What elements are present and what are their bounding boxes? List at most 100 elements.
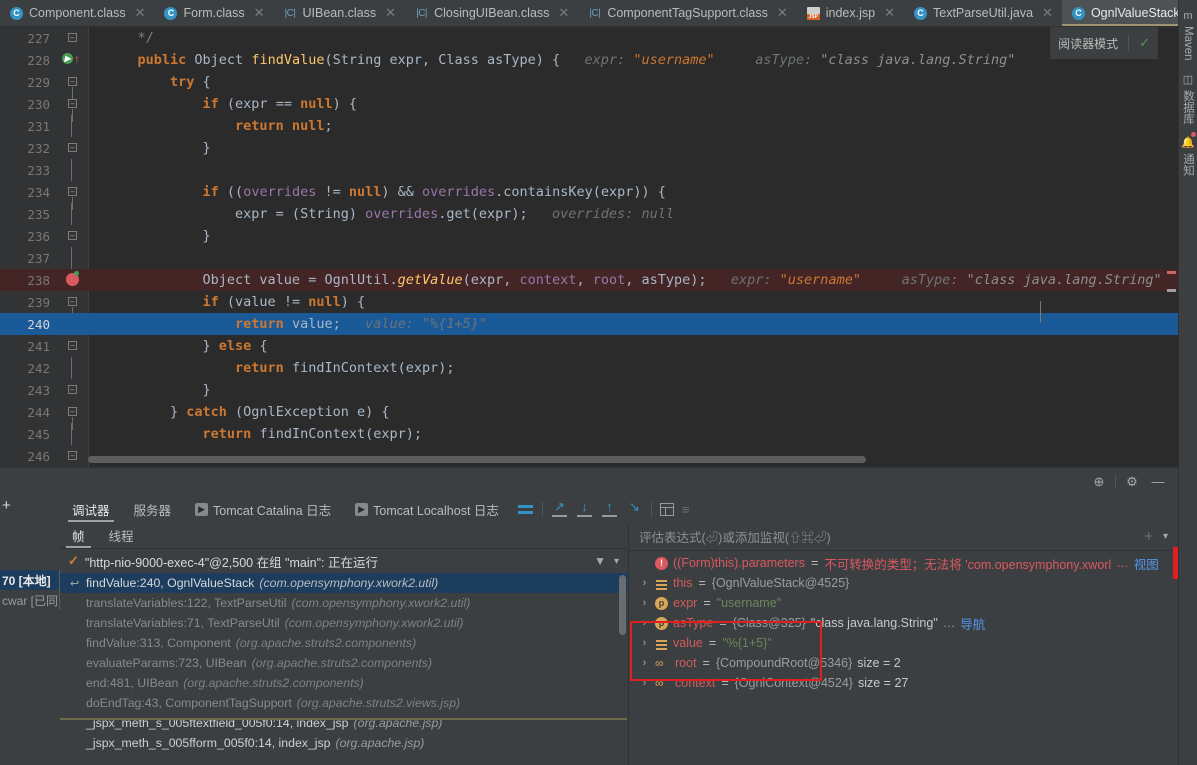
- gutter-mark[interactable]: [56, 357, 88, 379]
- chevron-down-icon[interactable]: ▾: [614, 556, 619, 567]
- editor-tab-form-class[interactable]: Form.class ✕: [154, 0, 273, 26]
- variable-row-root[interactable]: › ∞ root = {CompoundRoot@5346} size = 2: [629, 653, 1178, 673]
- sidebar-item-database[interactable]: ◫ 数据库: [1178, 67, 1197, 131]
- evaluate-expression-bar[interactable]: 评估表达式(⏎)或添加监视(⇧⌘⏎) + ▾: [629, 523, 1178, 551]
- minimize-icon[interactable]: —: [1148, 474, 1168, 489]
- tab-frames[interactable]: 帧: [60, 523, 97, 548]
- variable-row-context[interactable]: › ∞ context = {OgnlContext@4524} size = …: [629, 673, 1178, 693]
- variable-row-form-parameters[interactable]: ! ((Form)this).parameters = 不可转换的类型；无法将 …: [629, 553, 1178, 573]
- view-link[interactable]: 视图: [1134, 554, 1159, 573]
- tab-server[interactable]: 服务器: [122, 495, 184, 523]
- editor-tab-closinguibean-class[interactable]: ClosingUIBean.class ✕: [405, 0, 578, 26]
- code-line-241[interactable]: 241 – } else {: [0, 335, 1178, 357]
- editor-tab-uibean-class[interactable]: UIBean.class ✕: [274, 0, 406, 26]
- step-into-icon[interactable]: ↓: [576, 500, 593, 518]
- scrollbar-thumb[interactable]: [88, 456, 866, 463]
- code-line-240[interactable]: 240 return value; value: "%{1+5}": [0, 313, 1178, 335]
- variable-row-astype[interactable]: › p asType = {Class@325} "class java.lan…: [629, 613, 1178, 633]
- popup-row-selected[interactable]: 70 [本地]: [0, 570, 59, 590]
- gutter-mark[interactable]: –: [56, 93, 88, 122]
- stack-frames-list[interactable]: ↩ findValue:240, OgnlValueStack (com.ope…: [60, 573, 627, 765]
- close-icon[interactable]: ✕: [1042, 5, 1053, 21]
- close-icon[interactable]: ✕: [884, 5, 895, 21]
- gutter-mark[interactable]: –: [56, 379, 88, 401]
- code-line-239[interactable]: 239 – if (value != null) {: [0, 291, 1178, 320]
- tab-tomcat-localhost-log[interactable]: ▶ Tomcat Localhost 日志: [343, 495, 511, 523]
- close-icon[interactable]: ✕: [777, 5, 788, 21]
- chevron-right-icon[interactable]: ›: [639, 657, 650, 669]
- code-line-231[interactable]: 231 return null;: [0, 115, 1178, 137]
- code-line-233[interactable]: 233: [0, 159, 1178, 181]
- stack-frame-row[interactable]: doEndTag:43, ComponentTagSupport (org.ap…: [60, 693, 627, 713]
- close-icon[interactable]: ✕: [254, 5, 265, 21]
- navigate-link[interactable]: 导航: [960, 614, 985, 633]
- stack-frame-row[interactable]: end:481, UIBean (org.apache.struts2.comp…: [60, 673, 627, 693]
- gutter-mark[interactable]: –: [56, 445, 88, 467]
- chevron-right-icon[interactable]: ›: [639, 677, 650, 689]
- gutter-mark[interactable]: [56, 159, 88, 181]
- gutter-mark[interactable]: [56, 313, 88, 335]
- run-to-cursor-icon[interactable]: ↘: [626, 500, 643, 518]
- tab-debugger[interactable]: 调试器: [60, 495, 122, 523]
- code-line-243[interactable]: 243 – }: [0, 379, 1178, 401]
- editor-tab-ognlvaluestack-java[interactable]: OgnlValueStack.java ✕: [1061, 0, 1197, 26]
- stack-frame-row[interactable]: _jspx_meth_s_005ftextfield_005f0:14, ind…: [60, 713, 627, 733]
- code-line-245[interactable]: 245 return findInContext(expr);: [0, 423, 1178, 445]
- stack-frame-row[interactable]: evaluateParams:723, UIBean (org.apache.s…: [60, 653, 627, 673]
- breakpoint-icon[interactable]: [66, 271, 79, 286]
- chevron-right-icon[interactable]: ›: [639, 617, 650, 629]
- stack-frame-row[interactable]: translateVariables:71, TextParseUtil (co…: [60, 613, 627, 633]
- editor-tab-component-class[interactable]: Component.class ✕: [0, 0, 154, 26]
- chevron-right-icon[interactable]: ›: [639, 597, 650, 609]
- sidebar-item-maven[interactable]: m Maven: [1180, 4, 1196, 67]
- code-line-242[interactable]: 242 return findInContext(expr);: [0, 357, 1178, 379]
- editor-horizontal-scrollbar[interactable]: [88, 456, 1160, 463]
- chevron-down-icon[interactable]: ▾: [1163, 531, 1168, 542]
- thread-selector[interactable]: ✓ "http-nio-9000-exec-4"@2,500 在组 "main"…: [60, 549, 627, 573]
- chevron-right-icon[interactable]: ›: [639, 637, 650, 649]
- variable-row-this[interactable]: › this = {OgnlValueStack@4525}: [629, 573, 1178, 593]
- close-icon[interactable]: ✕: [558, 5, 569, 21]
- scrollbar-thumb[interactable]: [619, 575, 626, 635]
- gutter-mark[interactable]: –: [56, 225, 88, 247]
- reader-mode-indicator[interactable]: 阅读器模式 ✓: [1050, 27, 1158, 59]
- gear-icon[interactable]: ⚙: [1122, 474, 1142, 490]
- code-line-237[interactable]: 237: [0, 247, 1178, 269]
- gutter-mark[interactable]: –: [56, 291, 88, 320]
- code-editor[interactable]: 227 – */ 228 ▶ ↑ public Object findValue…: [0, 27, 1178, 467]
- show-execution-point-icon[interactable]: [517, 501, 534, 518]
- settings-target-icon[interactable]: ⊕: [1089, 474, 1109, 490]
- add-watch-icon[interactable]: +: [1144, 528, 1153, 545]
- deployment-popup[interactable]: 70 [本地] cwar [已同: [0, 570, 60, 610]
- gutter-mark[interactable]: –: [56, 401, 88, 430]
- add-icon[interactable]: +: [2, 497, 11, 514]
- step-out-icon[interactable]: ↑: [601, 500, 618, 518]
- gutter-mark[interactable]: –: [56, 335, 88, 357]
- stack-frame-row[interactable]: _jspx_meth_s_005fform_005f0:14, index_js…: [60, 733, 627, 753]
- gutter-mark[interactable]: –: [56, 137, 88, 159]
- variables-tree[interactable]: ! ((Form)this).parameters = 不可转换的类型；无法将 …: [629, 551, 1178, 693]
- stack-frame-row[interactable]: findValue:313, Component (org.apache.str…: [60, 633, 627, 653]
- stack-frame-row[interactable]: translateVariables:122, TextParseUtil (c…: [60, 593, 627, 613]
- filter-icon[interactable]: ▼: [594, 554, 606, 568]
- code-line-232[interactable]: 232 – }: [0, 137, 1178, 159]
- mute-breakpoints-icon[interactable]: ≡: [682, 502, 690, 517]
- code-line-227[interactable]: 227 – */: [0, 27, 1178, 49]
- gutter-mark[interactable]: [56, 247, 88, 269]
- gutter-mark[interactable]: [56, 115, 88, 137]
- editor-tab-componenttagsupport-class[interactable]: ComponentTagSupport.class ✕: [578, 0, 796, 26]
- gutter-mark[interactable]: [56, 203, 88, 225]
- popup-row[interactable]: cwar [已同: [0, 590, 59, 610]
- gutter-mark[interactable]: –: [56, 71, 88, 100]
- code-line-229[interactable]: 229 – try {: [0, 71, 1178, 100]
- error-stripe-marker[interactable]: [1167, 271, 1176, 274]
- code-line-235[interactable]: 235 expr = (String) overrides.get(expr);…: [0, 203, 1178, 225]
- variable-row-value[interactable]: › value = "%{1+5}": [629, 633, 1178, 653]
- chevron-right-icon[interactable]: ›: [639, 577, 650, 589]
- gutter-mark[interactable]: [56, 269, 88, 291]
- code-line-228[interactable]: 228 ▶ ↑ public Object findValue(String e…: [0, 49, 1178, 71]
- gutter-mark[interactable]: –: [56, 181, 88, 210]
- editor-tab-textparseutil-java[interactable]: TextParseUtil.java ✕: [904, 0, 1062, 26]
- gutter-mark[interactable]: [56, 423, 88, 445]
- step-over-icon[interactable]: ↗: [551, 500, 568, 518]
